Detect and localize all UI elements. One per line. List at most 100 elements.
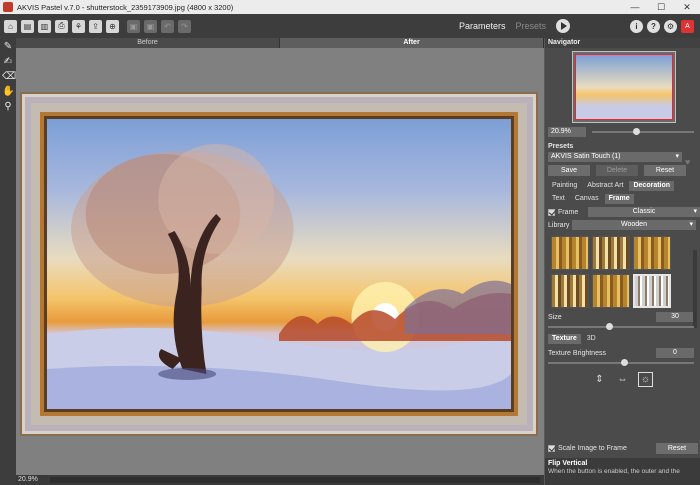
- frame-thumbnail[interactable]: [592, 273, 630, 308]
- print-icon[interactable]: ⎙: [55, 19, 68, 33]
- subtab-canvas[interactable]: Canvas: [571, 194, 603, 204]
- reset-frame-button[interactable]: Reset: [656, 443, 698, 454]
- horizontal-scrollbar[interactable]: [50, 477, 540, 483]
- akvis-logo-icon: A: [681, 19, 694, 33]
- redo-icon[interactable]: ↷: [178, 19, 191, 33]
- preset-buttons: Save Delete Reset: [548, 165, 700, 176]
- texture-brightness-slider[interactable]: [548, 359, 694, 366]
- parameters-tab[interactable]: Parameters: [459, 21, 506, 31]
- help-text: When the button is enabled, the outer an…: [548, 468, 680, 475]
- help-title: Flip Vertical: [548, 460, 588, 467]
- texture-brightness-row: Texture Brightness 0: [548, 348, 700, 358]
- main-tabs: Painting Abstract Art Decoration: [548, 181, 700, 191]
- preset-select[interactable]: AKVIS Satin Touch (1): [548, 152, 682, 162]
- share-icon[interactable]: ⊕: [106, 19, 119, 33]
- tab-decoration[interactable]: Decoration: [629, 181, 675, 191]
- frame-thumbnail-selected[interactable]: [633, 273, 671, 308]
- zoom-select[interactable]: 20.9%: [548, 127, 586, 137]
- thumbnails-scrollbar[interactable]: [693, 250, 697, 328]
- subtab-frame[interactable]: Frame: [604, 194, 634, 204]
- flip-vertical-icon[interactable]: ⇕: [592, 372, 607, 387]
- tools-panel: ✎ ✍ ⌫ ✋ ⚲: [0, 38, 16, 485]
- app-logo-icon: [3, 2, 13, 12]
- scale-checkbox[interactable]: [548, 445, 555, 452]
- frame-thumbnail[interactable]: [592, 236, 630, 270]
- brush-icon[interactable]: ✎: [2, 41, 14, 53]
- delete-preset-button[interactable]: Delete: [596, 165, 638, 176]
- size-label: Size: [548, 313, 562, 321]
- app-window: AKVIS Pastel v.7.0 - shutterstock_235917…: [0, 0, 700, 485]
- texture-tabs: Texture 3D: [548, 334, 700, 344]
- tab-after[interactable]: After: [280, 38, 544, 48]
- maximize-button[interactable]: ☐: [648, 0, 674, 14]
- save-preset-button[interactable]: Save: [548, 165, 590, 176]
- frame-row: Frame Classic: [548, 207, 700, 217]
- hand-icon[interactable]: ✋: [2, 86, 14, 98]
- presets-tab[interactable]: Presets: [515, 21, 546, 31]
- compare-icon[interactable]: ▣: [144, 19, 157, 33]
- zoom-icon[interactable]: ⚲: [2, 101, 14, 113]
- frame-checkbox[interactable]: [548, 208, 555, 216]
- tab-before[interactable]: Before: [16, 38, 280, 48]
- navigator-title: Navigator: [545, 38, 700, 48]
- undo-icon[interactable]: ↶: [161, 19, 174, 33]
- scale-row: Scale Image to Frame Reset: [548, 443, 698, 454]
- size-slider[interactable]: [548, 323, 694, 330]
- texture-brightness-label: Texture Brightness: [548, 349, 606, 357]
- frame-pattern: [25, 97, 533, 431]
- export-icon[interactable]: ⇪: [89, 19, 102, 33]
- tab-3d[interactable]: 3D: [583, 334, 600, 344]
- scale-label: Scale Image to Frame: [558, 445, 627, 452]
- zoom-slider[interactable]: [592, 128, 694, 135]
- frame-thumbnail[interactable]: [633, 236, 671, 270]
- decorative-frame: [20, 92, 538, 436]
- eraser-icon[interactable]: ⌫: [2, 71, 16, 83]
- preview-icon[interactable]: ▣: [127, 19, 140, 33]
- size-slider-knob[interactable]: [606, 323, 614, 330]
- frame-thumbnail[interactable]: [551, 236, 589, 270]
- navigator-viewport[interactable]: [575, 54, 673, 120]
- frame-inner: [40, 112, 518, 416]
- title-bar: AKVIS Pastel v.7.0 - shutterstock_235917…: [0, 0, 700, 14]
- favorite-heart-icon[interactable]: ♥: [685, 157, 690, 167]
- texture-brightness-input[interactable]: 0: [656, 348, 694, 358]
- texture-brightness-knob[interactable]: [621, 359, 628, 366]
- main-toolbar: ⌂ ▤ ▥ ⎙ ⚘ ⇪ ⊕ ▣ ▣ ↶ ↷ Parameters Presets…: [0, 14, 700, 38]
- size-row: Size 30: [548, 312, 700, 322]
- library-select[interactable]: Wooden: [572, 220, 696, 230]
- tab-painting[interactable]: Painting: [548, 181, 581, 191]
- open-file-icon[interactable]: ▤: [21, 19, 34, 33]
- reset-preset-button[interactable]: Reset: [644, 165, 686, 176]
- tab-abstract-art[interactable]: Abstract Art: [583, 181, 627, 191]
- save-file-icon[interactable]: ▥: [38, 19, 51, 33]
- window-title: AKVIS Pastel v.7.0 - shutterstock_235917…: [17, 2, 234, 12]
- batch-icon[interactable]: ⚘: [72, 19, 85, 33]
- status-bar: 20.9%: [16, 475, 544, 485]
- tree-painting: [47, 144, 511, 409]
- zoom-slider-knob[interactable]: [632, 128, 640, 135]
- flip-horizontal-icon[interactable]: ⇔: [615, 372, 630, 387]
- close-button[interactable]: ✕: [674, 0, 700, 14]
- view-tabs: Before After: [16, 38, 544, 48]
- minimize-button[interactable]: —: [622, 0, 648, 14]
- stroke-direction-icon[interactable]: ✍: [2, 56, 14, 68]
- info-icon[interactable]: i: [630, 19, 643, 33]
- frame-thumbnails: [551, 236, 671, 308]
- library-label: Library: [548, 221, 570, 229]
- settings-icon[interactable]: ⚙: [664, 19, 677, 33]
- home-icon[interactable]: ⌂: [4, 19, 17, 33]
- frame-label: Frame: [558, 208, 579, 216]
- help-icon[interactable]: ?: [647, 19, 660, 33]
- size-input[interactable]: 30: [656, 312, 694, 322]
- image-canvas[interactable]: [16, 48, 544, 475]
- subtab-text[interactable]: Text: [548, 194, 569, 204]
- navigator-preview[interactable]: [572, 51, 676, 123]
- brightness-icon[interactable]: ☼: [638, 372, 653, 387]
- run-button[interactable]: [556, 19, 570, 33]
- texture-options: ⇕ ⇔ ☼: [545, 372, 700, 387]
- library-row: Library Wooden: [548, 220, 700, 230]
- frame-type-select[interactable]: Classic: [588, 207, 700, 217]
- pastel-artwork: [47, 119, 511, 409]
- tab-texture[interactable]: Texture: [548, 334, 581, 344]
- frame-thumbnail[interactable]: [551, 273, 589, 308]
